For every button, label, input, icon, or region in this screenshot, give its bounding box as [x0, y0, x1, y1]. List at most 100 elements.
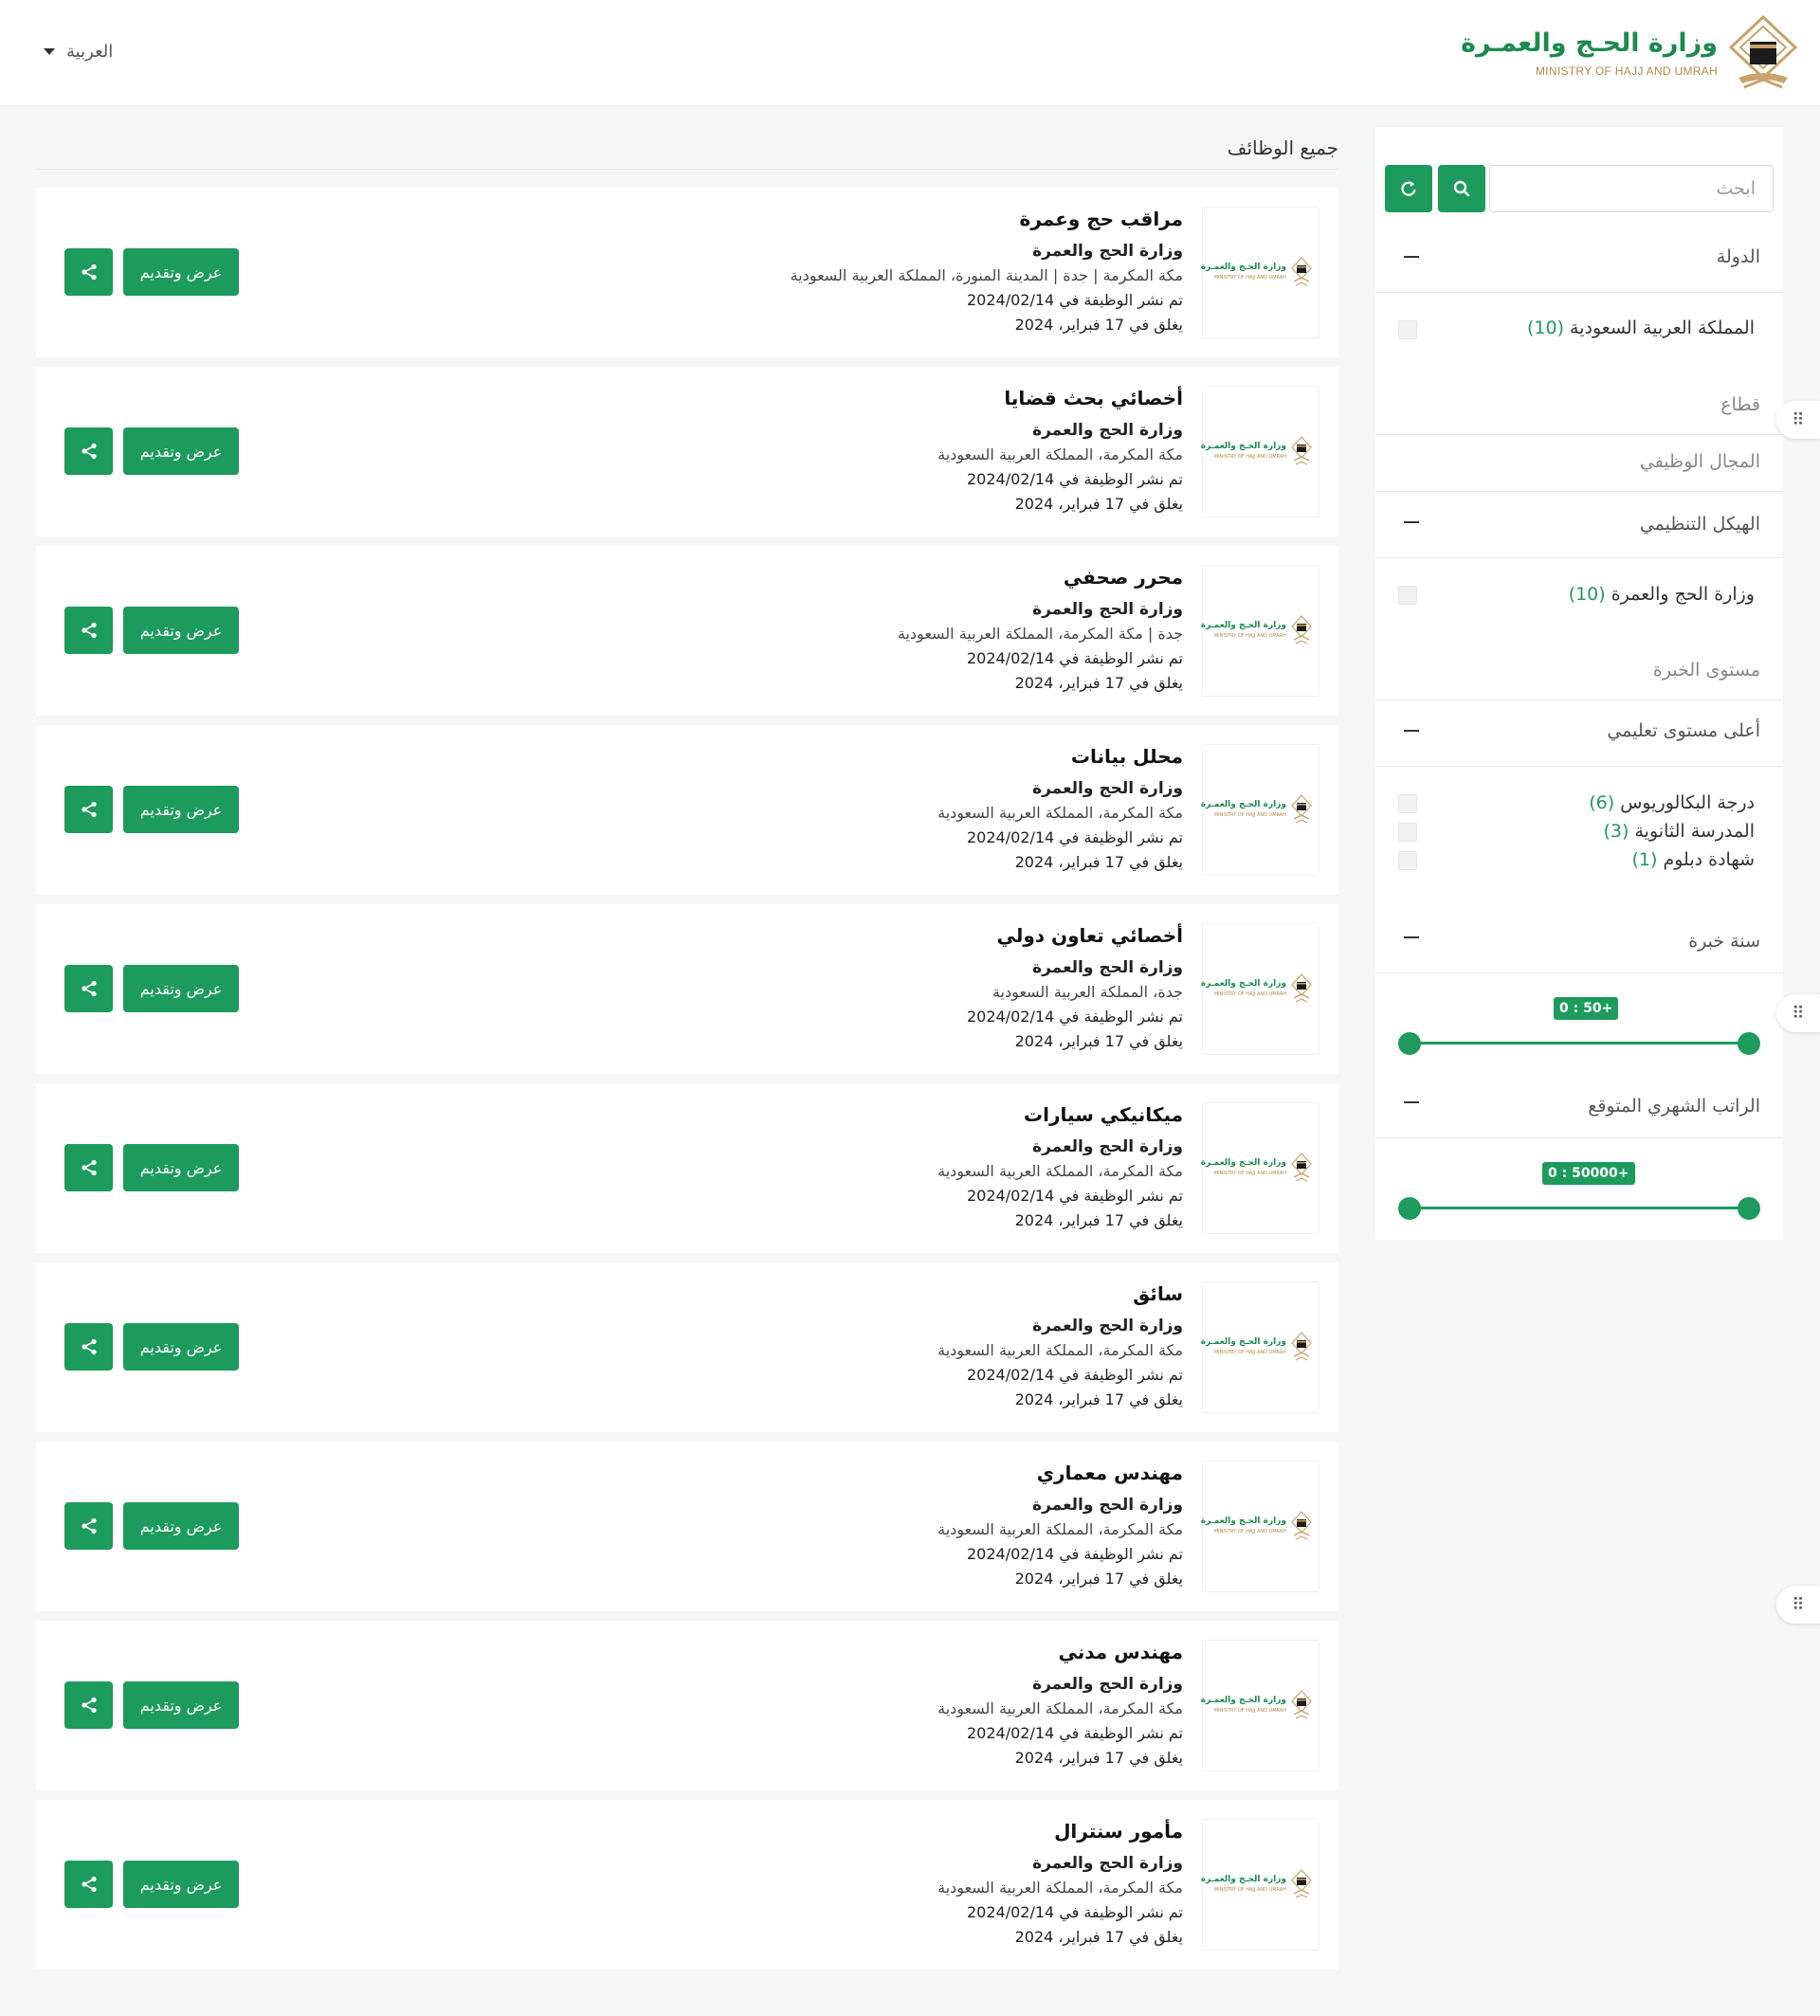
- filter-job-field-title[interactable]: المجال الوظيفي: [1640, 451, 1760, 472]
- share-button[interactable]: [64, 1502, 113, 1550]
- view-apply-button[interactable]: عرض وتقديم: [123, 607, 239, 654]
- job-card: وزارة الحـج والعمـرة MINISTRY OF HAJJ AN…: [36, 367, 1338, 536]
- view-apply-button[interactable]: عرض وتقديم: [123, 1323, 239, 1371]
- kaaba-emblem-icon: [1728, 15, 1798, 89]
- checkbox-saudi[interactable]: [1398, 320, 1417, 339]
- option-label: وزارة الحج والعمرة: [1611, 584, 1755, 605]
- view-apply-button[interactable]: عرض وتقديم: [123, 1144, 239, 1191]
- reset-button[interactable]: [1385, 165, 1432, 212]
- range-min-handle[interactable]: [1398, 1032, 1421, 1055]
- filter-option-ministry[interactable]: وزارة الحج والعمرة (10): [1569, 584, 1755, 605]
- job-title[interactable]: محرر صحفي: [898, 563, 1183, 597]
- filter-option-bachelor[interactable]: درجة البكالوريوس (6): [1589, 792, 1755, 813]
- view-apply-button[interactable]: عرض وتقديم: [123, 1502, 239, 1550]
- job-card: وزارة الحـج والعمـرة MINISTRY OF HAJJ AN…: [36, 904, 1338, 1074]
- filter-education-title[interactable]: أعلى مستوى تعليمي: [1607, 720, 1760, 741]
- filter-salary-title[interactable]: الراتب الشهري المتوقع: [1588, 1096, 1760, 1117]
- checkbox-diploma[interactable]: [1398, 851, 1417, 870]
- drag-handle-icon[interactable]: ⠿: [1776, 401, 1820, 439]
- range-min-handle[interactable]: [1398, 1197, 1421, 1220]
- salary-range-slider[interactable]: [1398, 1194, 1760, 1223]
- view-apply-button[interactable]: عرض وتقديم: [123, 965, 239, 1012]
- divider: [1375, 972, 1783, 973]
- share-button[interactable]: [64, 1323, 113, 1371]
- filter-experience-level-title[interactable]: مستوى الخبرة: [1653, 660, 1760, 681]
- divider: [1375, 557, 1783, 558]
- mini-logo-en: MINISTRY OF HAJJ AND UMRAH: [1213, 454, 1286, 460]
- search-button[interactable]: [1438, 165, 1485, 212]
- filter-org-structure-title[interactable]: الهيكل التنظيمي: [1640, 514, 1760, 535]
- refresh-icon: [1401, 181, 1416, 196]
- collapse-icon[interactable]: [1404, 1101, 1419, 1103]
- job-location: مكة المكرمة، المملكة العربية السعودية: [937, 804, 1183, 822]
- view-apply-button[interactable]: عرض وتقديم: [123, 1681, 239, 1729]
- share-button[interactable]: [64, 248, 113, 296]
- job-details: ميكانيكي سيارات وزارة الحج والعمرة مكة ا…: [937, 1100, 1183, 1233]
- filter-option-saudi[interactable]: المملكة العربية السعودية (10): [1527, 318, 1755, 338]
- option-count: (10): [1526, 318, 1564, 338]
- job-closing-date: يغلق في 17 فبراير، 2024: [1014, 1390, 1183, 1408]
- mini-logo: وزارة الحـج والعمـرة MINISTRY OF HAJJ AN…: [1201, 794, 1313, 826]
- collapse-icon[interactable]: [1404, 730, 1419, 732]
- collapse-icon[interactable]: [1404, 936, 1419, 938]
- share-button[interactable]: [64, 786, 113, 833]
- filter-option-diploma[interactable]: شهادة دبلوم (1): [1631, 849, 1755, 870]
- mini-logo-ar: وزارة الحـج والعمـرة: [1200, 1337, 1286, 1347]
- drag-handle-icon[interactable]: ⠿: [1776, 994, 1820, 1032]
- share-icon: [81, 1876, 97, 1893]
- share-icon: [81, 1338, 97, 1355]
- share-button[interactable]: [64, 965, 113, 1012]
- collapse-icon[interactable]: [1404, 521, 1419, 523]
- share-button[interactable]: [64, 1144, 113, 1191]
- view-apply-button[interactable]: عرض وتقديم: [123, 1861, 239, 1908]
- job-title[interactable]: مهندس معماري: [937, 1459, 1183, 1493]
- mini-logo-en: MINISTRY OF HAJJ AND UMRAH: [1213, 1887, 1286, 1893]
- job-posted-date: تم نشر الوظيفة في 2024/02/14: [966, 1545, 1183, 1563]
- company-logo: وزارة الحـج والعمـرة MINISTRY OF HAJJ AN…: [1201, 1640, 1320, 1771]
- job-posted-date: تم نشر الوظيفة في 2024/02/14: [966, 1366, 1183, 1384]
- share-button[interactable]: [64, 1861, 113, 1908]
- mini-logo-ar: وزارة الحـج والعمـرة: [1200, 1158, 1286, 1168]
- share-button[interactable]: [64, 427, 113, 475]
- experience-range-slider[interactable]: [1398, 1029, 1760, 1058]
- job-details: مراقب حج وعمرة وزارة الحج والعمرة مكة ال…: [791, 205, 1183, 337]
- language-selector[interactable]: العربية: [44, 42, 113, 62]
- job-title[interactable]: مهندس مدني: [937, 1638, 1183, 1672]
- share-icon: [81, 1697, 97, 1714]
- search-input[interactable]: ابحث: [1489, 165, 1774, 212]
- job-title[interactable]: مراقب حج وعمرة: [791, 205, 1183, 239]
- share-button[interactable]: [64, 1681, 113, 1729]
- job-title[interactable]: أخصائي تعاون دولي: [967, 921, 1183, 955]
- filter-years-experience-title[interactable]: سنة خبرة: [1688, 931, 1760, 952]
- job-title[interactable]: سائق: [937, 1280, 1183, 1314]
- range-max-handle[interactable]: [1738, 1032, 1760, 1055]
- drag-handle-icon[interactable]: ⠿: [1776, 1586, 1820, 1624]
- mini-logo-en: MINISTRY OF HAJJ AND UMRAH: [1213, 1529, 1286, 1535]
- mini-logo-ar: وزارة الحـج والعمـرة: [1200, 263, 1286, 272]
- filter-country-title[interactable]: الدولة: [1717, 246, 1760, 267]
- ministry-logo[interactable]: وزارة الحـج والعمـرة MINISTRY OF HAJJ AN…: [1461, 15, 1801, 93]
- job-organization: وزارة الحج والعمرة: [1032, 1137, 1183, 1156]
- job-title[interactable]: ميكانيكي سيارات: [937, 1100, 1183, 1135]
- job-organization: وزارة الحج والعمرة: [1032, 1675, 1183, 1694]
- filter-sector-title[interactable]: قطاع: [1720, 394, 1760, 415]
- job-title[interactable]: أخصائي بحث قضايا: [937, 384, 1183, 418]
- checkbox-ministry[interactable]: [1398, 586, 1417, 605]
- kaaba-emblem-icon: [1291, 1511, 1312, 1540]
- range-max-handle[interactable]: [1738, 1197, 1760, 1220]
- collapse-icon[interactable]: [1404, 256, 1419, 258]
- view-apply-button[interactable]: عرض وتقديم: [123, 427, 239, 475]
- mini-logo: وزارة الحـج والعمـرة MINISTRY OF HAJJ AN…: [1201, 1690, 1313, 1722]
- checkbox-highschool[interactable]: [1398, 823, 1417, 842]
- job-closing-date: يغلق في 17 فبراير، 2024: [1014, 1928, 1183, 1946]
- job-title[interactable]: محلل بيانات: [937, 742, 1183, 776]
- job-title[interactable]: مأمور سنترال: [937, 1817, 1183, 1851]
- share-button[interactable]: [64, 607, 113, 654]
- view-apply-button[interactable]: عرض وتقديم: [123, 786, 239, 833]
- view-apply-button[interactable]: عرض وتقديم: [123, 248, 239, 296]
- filter-option-highschool[interactable]: المدرسة الثانوية (3): [1604, 821, 1756, 842]
- kaaba-emblem-icon: [1291, 1869, 1312, 1898]
- job-organization: وزارة الحج والعمرة: [1032, 1317, 1183, 1335]
- kaaba-emblem-icon: [1291, 1332, 1312, 1361]
- checkbox-bachelor[interactable]: [1398, 794, 1417, 813]
